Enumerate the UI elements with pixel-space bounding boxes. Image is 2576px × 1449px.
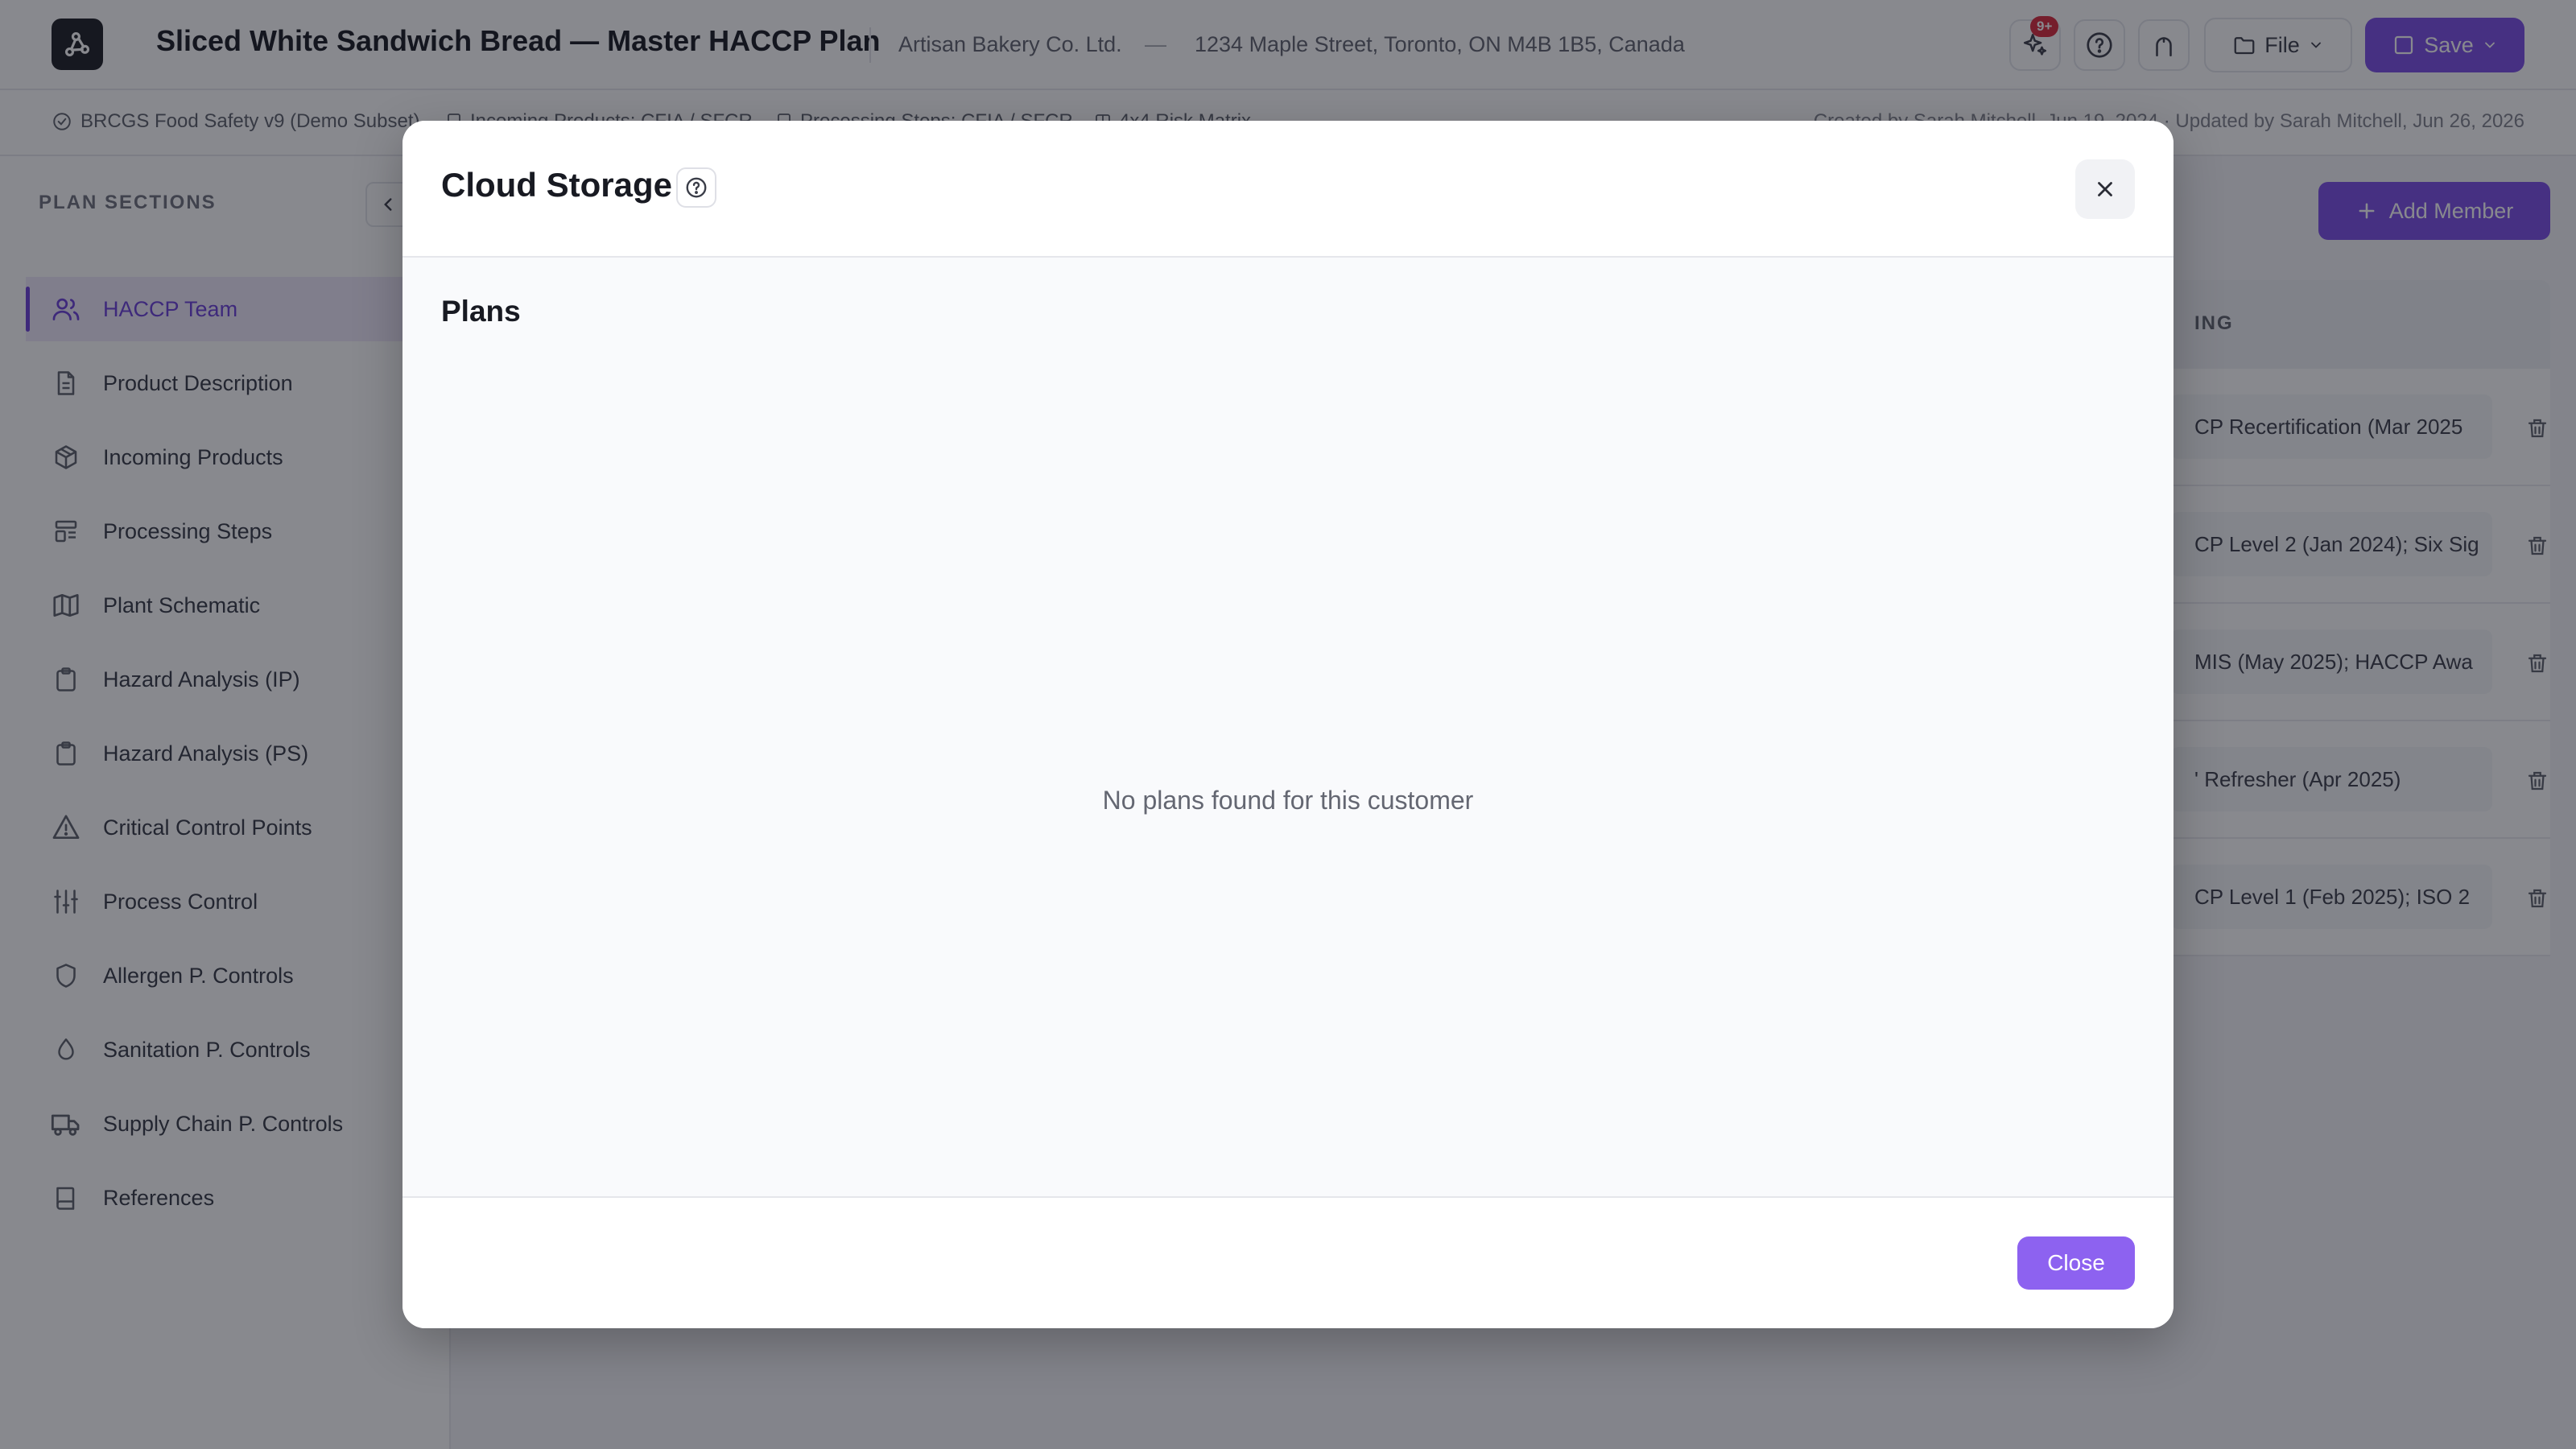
modal-header: Cloud Storage bbox=[402, 121, 2174, 258]
close-icon bbox=[2098, 182, 2112, 196]
plans-section-title: Plans bbox=[441, 295, 521, 328]
empty-state-message: No plans found for this customer bbox=[1102, 786, 1474, 815]
modal-title: Cloud Storage bbox=[441, 166, 673, 204]
modal-close-button[interactable] bbox=[2075, 159, 2135, 219]
modal-footer: Close bbox=[402, 1196, 2174, 1328]
cloud-storage-modal: Cloud Storage Plans No plans found for t… bbox=[402, 121, 2174, 1328]
modal-help-button[interactable] bbox=[676, 167, 716, 208]
close-button[interactable]: Close bbox=[2017, 1236, 2135, 1290]
help-circle-icon bbox=[686, 177, 707, 198]
